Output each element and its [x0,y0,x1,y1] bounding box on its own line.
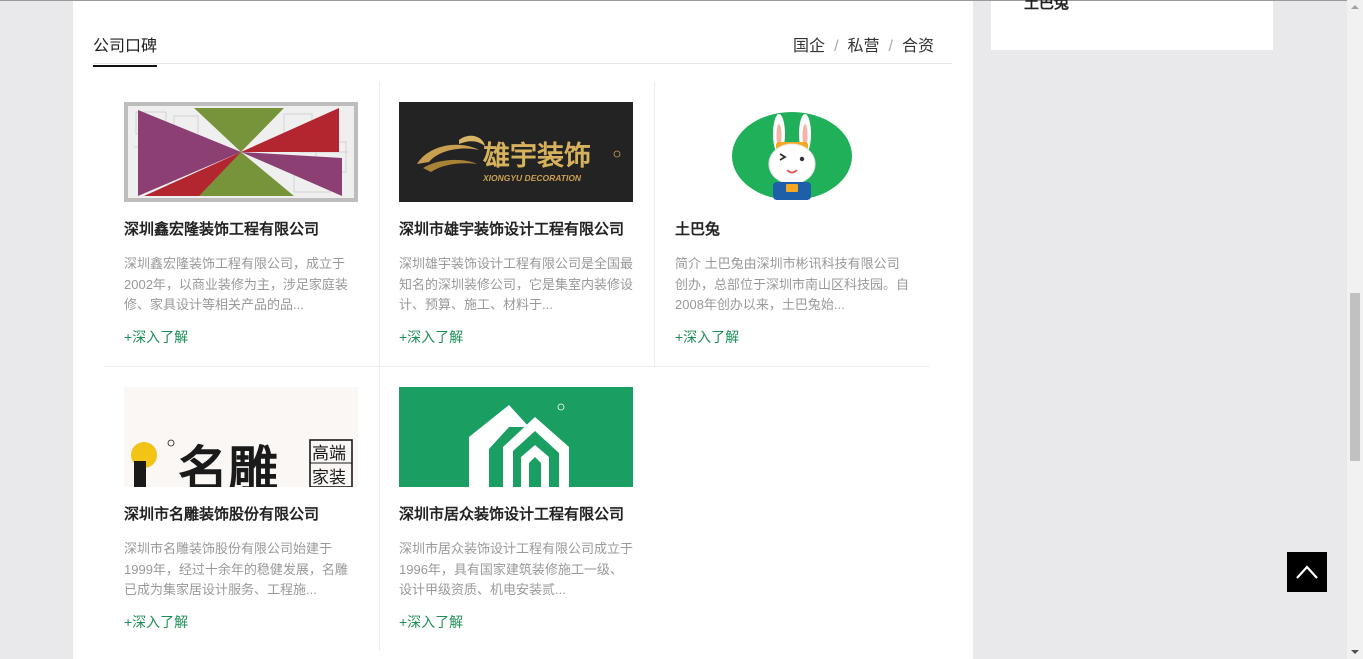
company-card: 深圳市居众装饰设计工程有限公司 深圳市居众装饰设计工程有限公司成立于1996年，… [379,367,654,651]
company-description: 深圳鑫宏隆装饰工程有限公司，成立于2002年，以商业装修为主，涉足家庭装修、家具… [124,256,348,312]
ownership-filter: 国企 / 私营 / 合资 [793,32,934,56]
section-header: 公司口碑 国企 / 私营 / 合资 [93,29,952,67]
learn-more-link[interactable]: +深入了解 [124,612,188,632]
juzhong-logo[interactable] [399,387,633,487]
page-scrollbar[interactable] [1347,0,1363,659]
company-description: 深圳市名雕装饰股份有限公司始建于1999年，经过十余年的稳健发展，名雕已成为集家… [124,541,348,597]
svg-text:家装: 家装 [312,468,346,487]
learn-more-link[interactable]: +深入了解 [675,327,739,347]
filter-separator: / [834,38,839,55]
svg-text:XIONGYU DECORATION: XIONGYU DECORATION [482,173,582,183]
xiongyu-logo[interactable]: 雄宇装饰 XIONGYU DECORATION [399,102,633,202]
filter-private[interactable]: 私营 [848,38,880,55]
company-card: 土巴兔 简介 土巴兔由深圳市彬讯科技有限公司创办，总部位于深圳市南山区科技园。自… [655,82,930,366]
company-name[interactable]: 深圳鑫宏隆装饰工程有限公司 [124,218,319,239]
company-name[interactable]: 深圳市雄宇装饰设计工程有限公司 [399,218,624,239]
company-description: 深圳市居众装饰设计工程有限公司成立于1996年，具有国家建筑装修施工一级、设计甲… [399,541,633,597]
sidebar-cut-text: 土巴兔 [1024,0,1070,12]
scroll-up-arrow[interactable] [1347,0,1363,14]
learn-more-link[interactable]: +深入了解 [399,612,463,632]
section-title: 公司口碑 [93,32,158,67]
company-card: 深圳鑫宏隆装饰工程有限公司 深圳鑫宏隆装饰工程有限公司，成立于2002年，以商业… [104,82,380,366]
company-name[interactable]: 土巴兔 [675,218,720,239]
reputation-panel: 公司口碑 国企 / 私营 / 合资 深圳鑫宏隆装饰工程有限公司 深圳鑫宏隆装饰工… [73,1,973,659]
svg-text:雄宇装饰: 雄宇装饰 [482,141,591,172]
filter-joint-venture[interactable]: 合资 [902,38,934,55]
mingdiao-logo[interactable]: 名雕 高端 家装 [124,387,358,487]
scroll-thumb[interactable] [1350,293,1360,461]
svg-text:名雕: 名雕 [178,441,278,487]
pinwheel-logo[interactable] [124,102,358,202]
company-card: 雄宇装饰 XIONGYU DECORATION 深圳市雄宇装饰设计工程有限公司 … [379,82,655,366]
filter-separator: / [888,38,893,55]
company-description: 简介 土巴兔由深圳市彬讯科技有限公司创办，总部位于深圳市南山区科技园。自2008… [675,256,909,312]
scroll-down-arrow[interactable] [1347,645,1363,659]
learn-more-link[interactable]: +深入了解 [124,327,188,347]
company-name[interactable]: 深圳市居众装饰设计工程有限公司 [399,503,624,524]
sidebar-panel: 土巴兔 [991,0,1273,50]
company-card: 名雕 高端 家装 深圳市名雕装饰股份有限公司 深圳市名雕装饰股份有限公司始建于1… [104,367,380,651]
svg-text:高端: 高端 [312,444,346,464]
company-description: 深圳雄宇装饰设计工程有限公司是全国最知名的深圳装修公司，它是集室内装修设计、预算… [399,256,633,312]
back-to-top-button[interactable] [1287,552,1327,592]
chevron-up-icon [1296,565,1318,579]
learn-more-link[interactable]: +深入了解 [399,327,463,347]
filter-state-owned[interactable]: 国企 [793,38,825,55]
company-name[interactable]: 深圳市名雕装饰股份有限公司 [124,503,319,524]
rabbit-logo[interactable] [675,102,909,202]
